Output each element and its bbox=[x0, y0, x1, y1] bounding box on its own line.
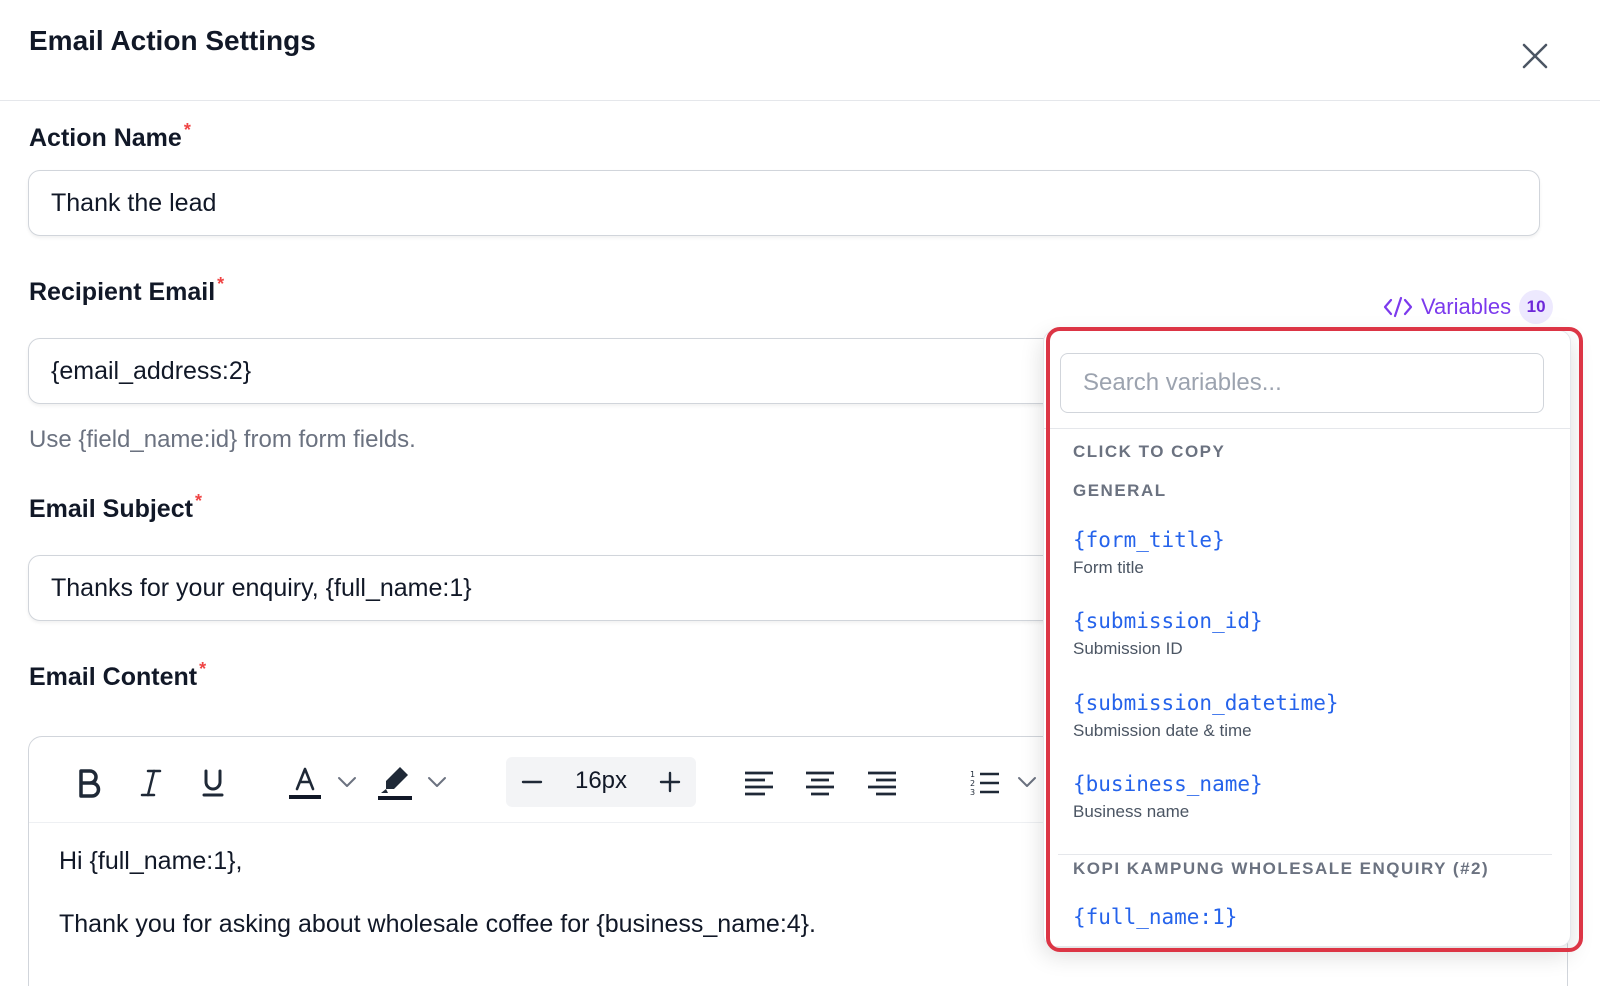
highlight-color-dropdown[interactable] bbox=[425, 767, 449, 797]
align-right-button[interactable] bbox=[860, 759, 904, 807]
code-icon bbox=[1383, 296, 1413, 318]
variable-description: Business name bbox=[1073, 802, 1190, 821]
ordered-list-button[interactable]: 1 2 3 bbox=[963, 759, 1007, 807]
underline-icon bbox=[202, 769, 224, 797]
required-mark: * bbox=[194, 491, 202, 511]
align-center-button[interactable] bbox=[798, 759, 842, 807]
font-size-control: 16px bbox=[506, 757, 696, 807]
email-subject-label: Email Subject * bbox=[29, 491, 202, 524]
font-size-value: 16px bbox=[574, 767, 628, 794]
list-dropdown[interactable] bbox=[1015, 767, 1039, 797]
ordered-list-icon: 1 2 3 bbox=[970, 770, 999, 797]
email-action-settings-page: Email Action Settings Action Name* Recip… bbox=[0, 0, 1600, 986]
plus-icon bbox=[659, 771, 681, 793]
click-to-copy-hint: CLICK TO COPY bbox=[1073, 442, 1226, 461]
chevron-down-icon bbox=[428, 777, 446, 787]
svg-text:2: 2 bbox=[970, 779, 975, 788]
variable-code: {submission_datetime} bbox=[1073, 691, 1339, 715]
recipient-email-label: Recipient Email * bbox=[29, 274, 224, 307]
variables-button[interactable]: Variables 10 bbox=[1383, 287, 1554, 327]
highlighter-icon bbox=[378, 767, 412, 800]
text-color-button[interactable] bbox=[285, 757, 325, 809]
action-name-label: Action Name * bbox=[29, 120, 191, 153]
editor-body[interactable]: Hi {full_name:1}, Thank you for asking a… bbox=[59, 847, 816, 973]
variable-code: {submission_id} bbox=[1073, 609, 1263, 633]
variable-description: Submission ID bbox=[1073, 639, 1183, 658]
variables-popover: CLICK TO COPY GENERAL {form_title} Form … bbox=[1043, 330, 1571, 947]
highlight-color-button[interactable] bbox=[373, 757, 417, 809]
email-content-label-text: Email Content bbox=[29, 663, 198, 691]
minus-icon bbox=[521, 780, 543, 784]
page-title: Email Action Settings bbox=[29, 25, 316, 56]
italic-icon bbox=[140, 769, 162, 797]
chevron-down-icon bbox=[338, 777, 356, 787]
email-content-label: Email Content * bbox=[29, 659, 206, 692]
modal-header: Email Action Settings bbox=[0, 0, 1600, 101]
editor-paragraph: Hi {full_name:1}, bbox=[59, 847, 243, 875]
group-title-enquiry-form: KOPI KAMPUNG WHOLESALE ENQUIRY (#2) bbox=[1073, 859, 1490, 878]
bold-icon bbox=[79, 769, 101, 798]
variable-form-title[interactable]: {form_title} Form title bbox=[1073, 528, 1225, 578]
align-right-icon bbox=[868, 771, 896, 796]
variable-code: {form_title} bbox=[1073, 528, 1225, 552]
variable-business-name[interactable]: {business_name} Business name bbox=[1073, 772, 1263, 822]
variable-submission-id[interactable]: {submission_id} Submission ID bbox=[1073, 609, 1263, 659]
recipient-email-input[interactable] bbox=[28, 338, 1058, 404]
variable-submission-datetime[interactable]: {submission_datetime} Submission date & … bbox=[1073, 691, 1339, 741]
underline-button[interactable] bbox=[189, 759, 237, 807]
group-title-general: GENERAL bbox=[1073, 481, 1167, 500]
variable-description: Form title bbox=[1073, 558, 1144, 577]
svg-text:1: 1 bbox=[970, 770, 975, 779]
text-color-icon bbox=[289, 767, 321, 799]
chevron-down-icon bbox=[1018, 777, 1036, 787]
text-color-dropdown[interactable] bbox=[335, 767, 359, 797]
recipient-email-help: Use {field_name:id} from form fields. bbox=[29, 426, 416, 453]
svg-text:3: 3 bbox=[970, 788, 975, 797]
required-mark: * bbox=[217, 274, 225, 294]
recipient-email-label-text: Recipient Email bbox=[29, 278, 216, 306]
variable-code: {business_name} bbox=[1073, 772, 1263, 796]
action-name-label-text: Action Name bbox=[29, 124, 182, 152]
variable-description: Submission date & time bbox=[1073, 721, 1252, 740]
close-icon bbox=[1522, 43, 1548, 69]
editor-paragraph: Thank you for asking about wholesale cof… bbox=[59, 910, 816, 938]
group-divider bbox=[1058, 854, 1552, 855]
required-mark: * bbox=[183, 120, 191, 140]
required-mark: * bbox=[199, 659, 207, 679]
align-center-icon bbox=[806, 771, 834, 796]
font-size-increase-button[interactable] bbox=[650, 762, 690, 802]
variables-button-label: Variables bbox=[1421, 294, 1512, 319]
email-subject-label-text: Email Subject bbox=[29, 495, 193, 523]
close-button[interactable] bbox=[1517, 38, 1553, 74]
variable-full-name[interactable]: {full_name:1} bbox=[1073, 905, 1237, 929]
variables-search-area bbox=[1044, 331, 1570, 429]
email-subject-input[interactable] bbox=[28, 555, 1058, 621]
action-name-input[interactable] bbox=[28, 170, 1540, 236]
variables-count-badge: 10 bbox=[1519, 290, 1554, 324]
variables-search-input[interactable] bbox=[1060, 353, 1544, 413]
font-size-decrease-button[interactable] bbox=[512, 762, 552, 802]
align-left-icon bbox=[745, 771, 773, 796]
align-left-button[interactable] bbox=[737, 759, 781, 807]
italic-button[interactable] bbox=[127, 759, 175, 807]
variable-code: {full_name:1} bbox=[1073, 905, 1238, 929]
bold-button[interactable] bbox=[65, 759, 113, 807]
